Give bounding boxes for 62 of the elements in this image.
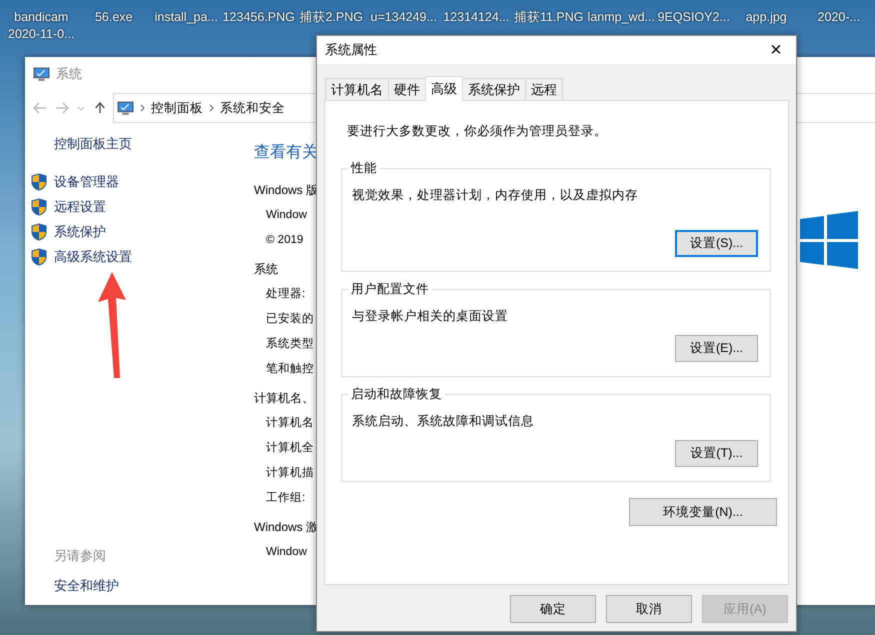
tab[interactable]: 远程 (525, 78, 563, 100)
sidebar-link[interactable]: 设备管理器 (54, 172, 119, 190)
shield-icon (31, 248, 47, 266)
section-heading: 另请参阅 (54, 547, 107, 565)
section-heading: 系统 (254, 261, 279, 278)
info-label: 笔和触控 (266, 362, 315, 377)
windows-logo-icon (800, 211, 858, 269)
section-heading: 计算机名、 (254, 390, 315, 407)
sidebar-link[interactable]: 远程设置 (54, 198, 106, 216)
dialog-button[interactable]: 取消 (606, 595, 692, 623)
forward-icon[interactable] (55, 102, 69, 114)
info-label: Window (266, 545, 308, 560)
group-title: 启动和故障恢复 (348, 386, 445, 403)
shield-icon (31, 198, 47, 216)
close-button[interactable]: × (756, 36, 796, 64)
shield-icon (31, 222, 47, 240)
up-icon[interactable] (93, 102, 107, 114)
desktop-icon-label[interactable]: 56.exe (78, 9, 150, 43)
info-label: 计算机描 (266, 466, 315, 481)
settings-button[interactable]: 设置(S)... (675, 230, 758, 257)
info-label: 计算机名 (266, 416, 315, 431)
settings-button[interactable]: 设置(T)... (675, 440, 758, 467)
dialog-button[interactable]: 确定 (510, 595, 596, 623)
chevron-right-icon (140, 104, 145, 112)
sidebar-link[interactable]: 控制面板主页 (54, 135, 254, 153)
environment-variables-button[interactable]: 环境变量(N)... (629, 498, 777, 526)
monitor-icon (33, 66, 50, 82)
tab[interactable]: 高级 (425, 76, 463, 101)
breadcrumb-item[interactable]: 控制面板 (151, 100, 203, 116)
section-heading: Windows 版 (254, 182, 320, 199)
chevron-right-icon (209, 104, 214, 112)
shield-icon (31, 172, 47, 190)
monitor-icon (117, 100, 134, 116)
section-heading: Windows 激 (254, 519, 320, 536)
settings-button[interactable]: 设置(E)... (675, 335, 758, 362)
group-title: 用户配置文件 (348, 281, 432, 298)
chevron-down-icon[interactable] (77, 106, 85, 110)
sidebar-link[interactable]: 高级系统设置 (54, 248, 132, 266)
desktop-icon-label[interactable]: install_pa... (150, 9, 222, 43)
admin-note: 要进行大多数更改，你必须作为管理员登录。 (347, 123, 608, 140)
tab[interactable]: 计算机名 (325, 78, 389, 100)
group-description: 视觉效果，处理器计划，内存使用，以及虚拟内存 (352, 187, 639, 204)
group-description: 与登录帐户相关的桌面设置 (352, 308, 509, 325)
group-title: 性能 (348, 160, 380, 177)
desktop-icon-label[interactable]: 123456.PNG (222, 9, 295, 43)
sidebar-link[interactable]: 安全和维护 (54, 577, 254, 595)
info-label: 工作组: (266, 490, 306, 506)
page-heading: 查看有关 (254, 142, 319, 163)
back-icon[interactable] (33, 102, 47, 114)
sidebar-link[interactable]: 系统保护 (54, 222, 106, 240)
dialog-title: 系统属性 (325, 41, 377, 59)
group-description: 系统启动、系统故障和调试信息 (352, 413, 535, 430)
breadcrumb-item[interactable]: 系统和安全 (220, 100, 285, 116)
window-title: 系统 (56, 65, 82, 83)
info-label: 系统类型 (266, 336, 315, 352)
info-label: Window (266, 208, 308, 223)
info-label: © 2019 (266, 233, 304, 248)
info-label: 已安装的 (266, 312, 315, 327)
desktop-icon-label[interactable]: 2020-... (802, 9, 875, 43)
info-label: 处理器: (266, 286, 306, 302)
info-label: 计算机全 (266, 440, 315, 456)
desktop-icon-label[interactable]: bandicam 2020-11-0... (5, 9, 78, 43)
